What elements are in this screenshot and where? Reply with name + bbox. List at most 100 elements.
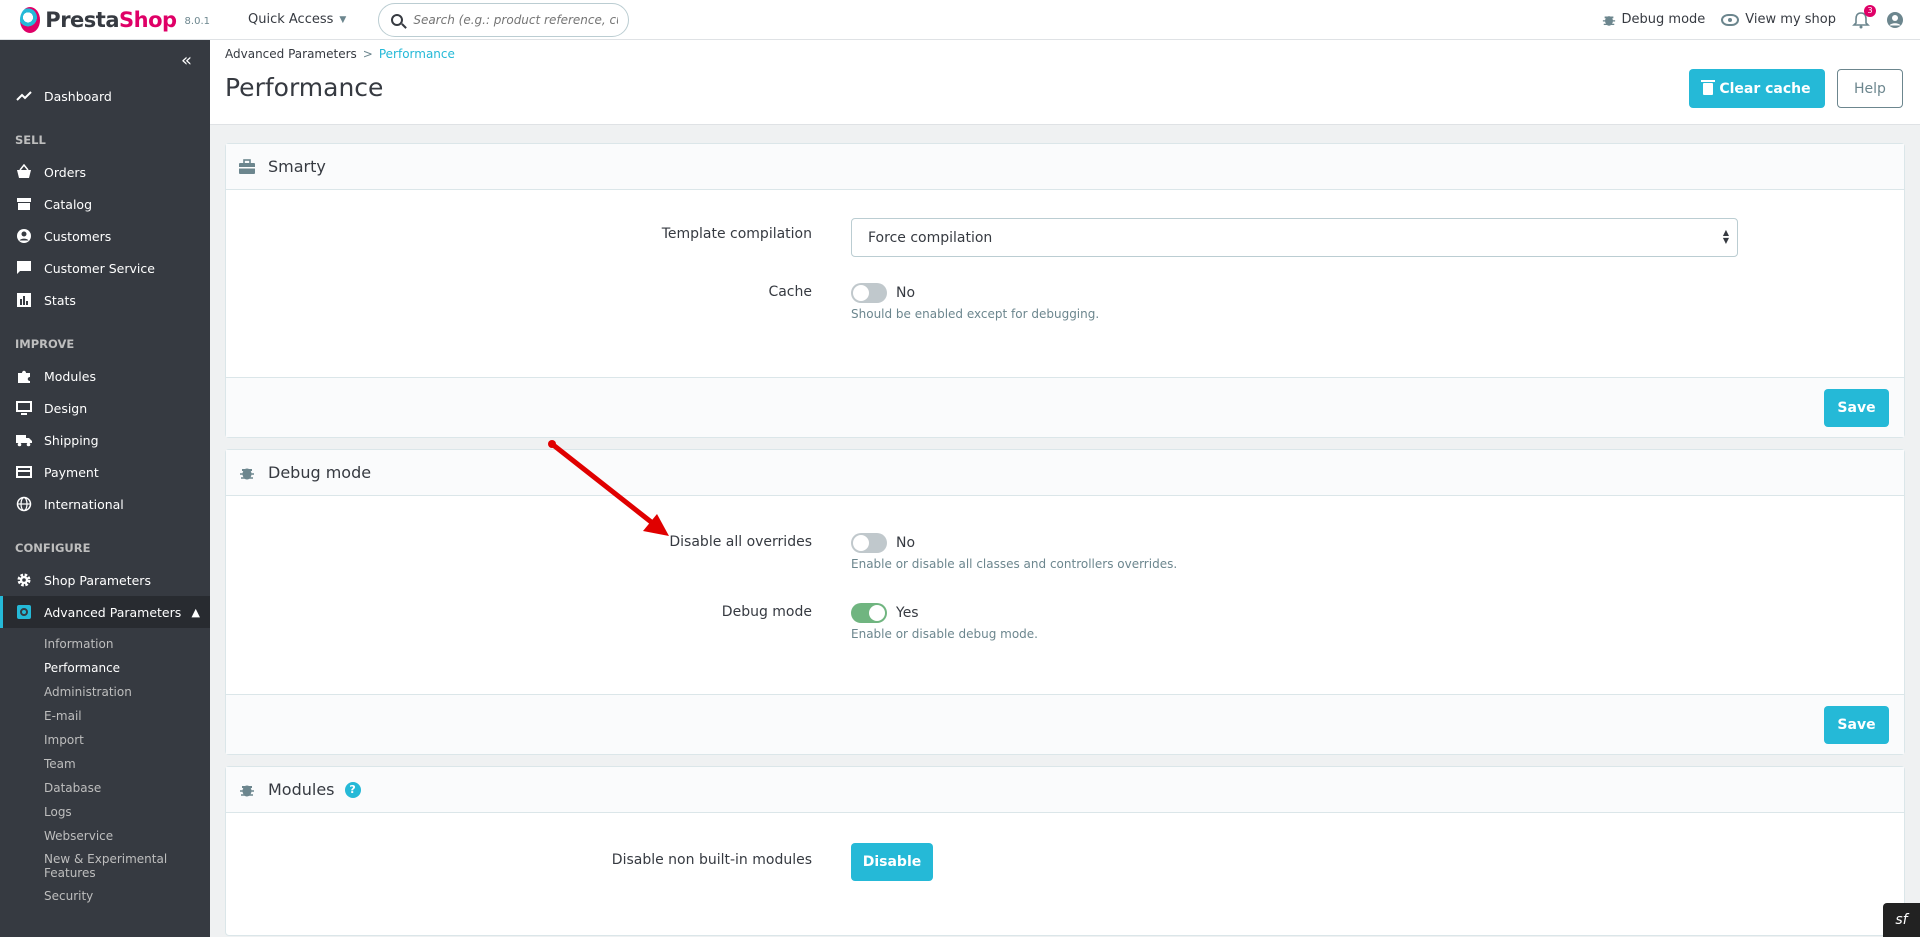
puzzle-icon — [16, 368, 32, 384]
sidebar-item-orders[interactable]: Orders — [0, 156, 210, 188]
debug-save-button[interactable]: Save — [1824, 706, 1889, 744]
smarty-panel-footer: Save — [226, 377, 1904, 437]
sidebar-item-customer-service[interactable]: Customer Service — [0, 252, 210, 284]
smarty-save-button[interactable]: Save — [1824, 389, 1889, 427]
sidebar-item-shipping[interactable]: Shipping — [0, 424, 210, 456]
sidebar-item-label: Stats — [44, 292, 76, 308]
breadcrumb-parent-link[interactable]: Advanced Parameters — [225, 47, 357, 61]
sidebar-item-shop-parameters[interactable]: Shop Parameters — [0, 564, 210, 596]
view-my-shop-label: View my shop — [1745, 12, 1836, 27]
sidebar-subitem-information[interactable]: Information — [0, 632, 210, 656]
sidebar-item-design[interactable]: Design — [0, 392, 210, 424]
sidebar-item-label: Shipping — [44, 432, 99, 448]
sidebar-item-customers[interactable]: Customers — [0, 220, 210, 252]
notifications-button[interactable]: 3 — [1852, 4, 1876, 29]
search-input[interactable] — [413, 12, 619, 27]
sidebar-item-label: Shop Parameters — [44, 572, 151, 588]
credit-card-icon — [16, 464, 32, 480]
sidebar-item-label: Payment — [44, 464, 99, 480]
sidebar-item-catalog[interactable]: Catalog — [0, 188, 210, 220]
debug-mode-label: Debug mode — [1621, 12, 1706, 27]
trending-up-icon — [16, 88, 32, 104]
disable-modules-label: Disable non built-in modules — [611, 852, 812, 868]
sidebar-subitem-performance[interactable]: Performance — [0, 656, 210, 680]
help-question-icon[interactable]: ? — [344, 781, 361, 798]
sidebar-subitem-new-experimental-features[interactable]: New & Experimental Features — [0, 848, 210, 884]
page-title: Performance — [225, 73, 384, 102]
account-circle-icon — [16, 228, 32, 244]
breadcrumb: Advanced Parameters > Performance — [225, 47, 455, 61]
debug-mode-toggle[interactable] — [851, 603, 887, 623]
disable-overrides-value: No — [896, 535, 916, 551]
sidebar-subitem-import[interactable]: Import — [0, 728, 210, 752]
debug-panel-title: Debug mode — [268, 463, 372, 482]
quick-access-dropdown[interactable]: Quick Access ▼ — [248, 12, 346, 27]
clear-cache-button[interactable]: Clear cache — [1689, 69, 1825, 108]
sidebar-item-label: Modules — [44, 368, 96, 384]
sidebar-item-label: Customer Service — [44, 260, 155, 276]
sidebar-item-label: International — [44, 496, 124, 512]
collapse-sidebar-icon[interactable]: « — [181, 50, 192, 71]
breadcrumb-current[interactable]: Performance — [379, 47, 455, 61]
user-icon — [1887, 11, 1903, 28]
sidebar-item-label: Dashboard — [44, 88, 112, 104]
version-label: 8.0.1 — [184, 16, 210, 27]
bug-icon — [238, 781, 256, 799]
sidebar-section-configure: CONFIGURE — [15, 541, 91, 555]
sidebar-subitem-administration[interactable]: Administration — [0, 680, 210, 704]
chevron-up-icon: ▲ — [191, 605, 200, 619]
sidebar-subitem-team[interactable]: Team — [0, 752, 210, 776]
select-arrows-icon: ▲ ▼ — [1722, 228, 1729, 245]
bug-icon — [238, 464, 256, 482]
cache-toggle[interactable] — [851, 283, 887, 303]
sidebar-item-label: Orders — [44, 164, 87, 180]
gear-icon — [16, 572, 32, 588]
debug-mode-link[interactable]: Debug mode — [1602, 12, 1706, 27]
template-compilation-select[interactable]: Force compilation ▲ ▼ — [851, 218, 1738, 257]
disable-overrides-label: Disable all overrides — [669, 534, 812, 550]
monitor-icon — [16, 400, 32, 416]
page-header: Advanced Parameters > Performance Performa… — [210, 40, 1920, 125]
search-box[interactable] — [378, 2, 630, 37]
help-button[interactable]: Help — [1837, 69, 1903, 108]
sidebar-subitem-logs[interactable]: Logs — [0, 800, 210, 824]
store-icon — [16, 196, 32, 212]
disable-overrides-toggle[interactable] — [851, 533, 887, 553]
sidebar-item-stats[interactable]: Stats — [0, 284, 210, 316]
sidebar-item-international[interactable]: International — [0, 488, 210, 520]
sidebar-item-advanced-parameters[interactable]: Advanced Parameters ▲ — [0, 596, 210, 628]
bar-chart-icon — [16, 292, 32, 308]
smarty-panel-title: Smarty — [268, 157, 326, 176]
breadcrumb-separator: > — [362, 47, 373, 61]
truck-icon — [16, 432, 32, 448]
prestashop-logo[interactable]: PrestaShop 8.0.1 — [20, 6, 210, 33]
sidebar-subitem-webservice[interactable]: Webservice — [0, 824, 210, 848]
sidebar-section-sell: SELL — [15, 133, 46, 147]
sidebar-item-label: Advanced Parameters — [44, 604, 182, 620]
bell-icon: 3 — [1852, 4, 1876, 29]
sidebar-item-label: Design — [44, 400, 88, 416]
bug-icon — [1602, 15, 1615, 26]
sidebar-item-label: Catalog — [44, 196, 93, 212]
sidebar-subitem-email[interactable]: E-mail — [0, 704, 210, 728]
clear-cache-label: Clear cache — [1719, 80, 1811, 97]
sidebar-section-improve: IMPROVE — [15, 337, 75, 351]
sidebar-subitem-database[interactable]: Database — [0, 776, 210, 800]
sidebar-item-modules[interactable]: Modules — [0, 360, 210, 392]
chat-icon — [16, 260, 32, 276]
globe-icon — [16, 496, 32, 512]
sidebar: « Dashboard SELL Orders Catalog Customer… — [0, 40, 210, 937]
sidebar-item-dashboard[interactable]: Dashboard — [0, 80, 210, 112]
sidebar-item-payment[interactable]: Payment — [0, 456, 210, 488]
sidebar-subitem-security[interactable]: Security — [0, 884, 210, 908]
view-my-shop-link[interactable]: View my shop — [1721, 12, 1836, 27]
trash-icon — [1701, 79, 1716, 95]
symfony-debug-icon[interactable]: sf — [1883, 903, 1920, 937]
top-header: PrestaShop 8.0.1 Quick Access ▼ Debug mo… — [0, 0, 1920, 40]
template-compilation-label: Template compilation — [661, 226, 812, 242]
modules-panel: Modules ? Disable non built-in modules D… — [225, 766, 1905, 936]
disable-modules-button[interactable]: Disable — [851, 843, 933, 881]
settings-box-icon — [16, 604, 32, 620]
user-menu-button[interactable] — [1886, 11, 1904, 29]
debug-mode-panel: Debug mode Disable all overrides No Enab… — [225, 449, 1905, 755]
